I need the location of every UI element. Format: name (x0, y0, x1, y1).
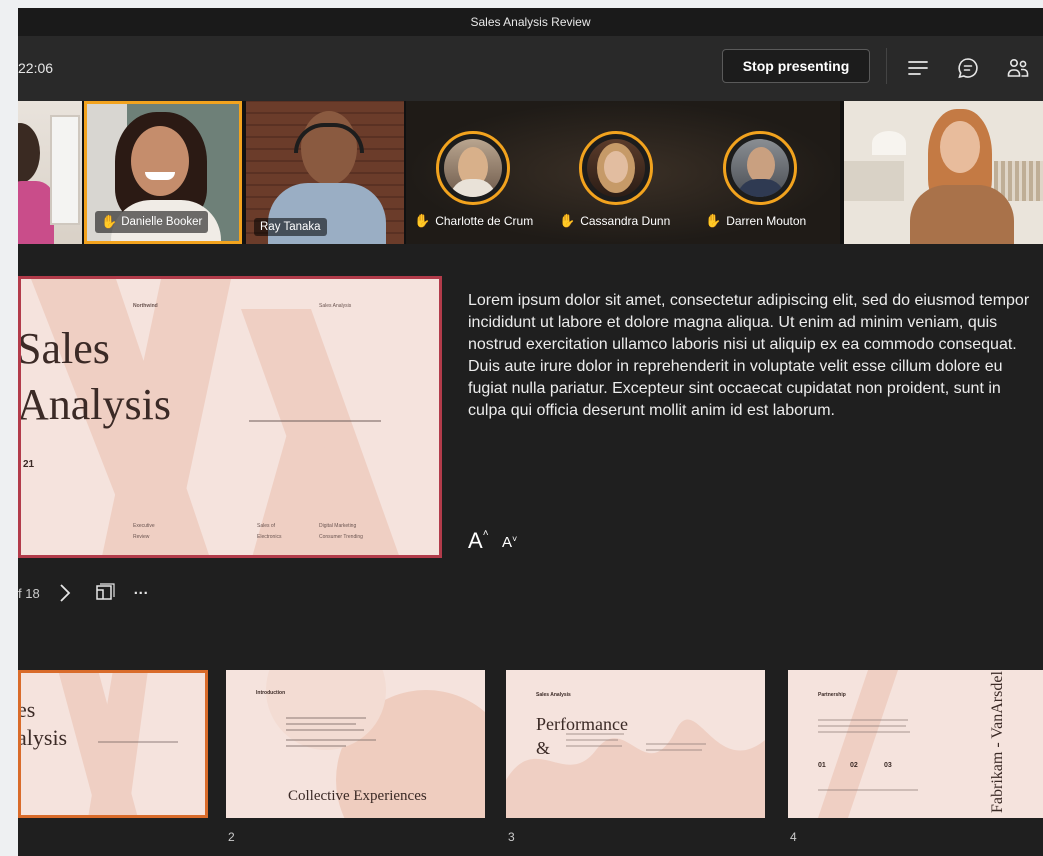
slide-thumbnail-1[interactable]: es alysis (18, 670, 208, 818)
increase-font-button[interactable]: A˄ (468, 528, 489, 554)
participant-avatar[interactable] (436, 131, 510, 205)
raised-hand-icon: ✋ (559, 213, 576, 228)
participant-video-tile-active[interactable]: ✋ Danielle Booker (84, 101, 242, 244)
thumbnail-number: 4 (790, 830, 797, 844)
meeting-toolbar: 22:06 Stop presenting (18, 36, 1043, 106)
speaker-notes: Lorem ipsum dolor sit amet, consectetur … (468, 292, 1030, 419)
participant-name-tag: Ray Tanaka (254, 218, 327, 236)
notes-icon[interactable] (906, 56, 930, 80)
title-bar: Sales Analysis Review (18, 8, 1043, 36)
slide-title-line1: Sales (18, 324, 110, 373)
slide-footer-text: Executive (133, 523, 155, 529)
slide-footer-text: Consumer Trending (319, 534, 363, 540)
slide-counter: f 18 (18, 585, 40, 601)
slide-year: 21 (23, 459, 35, 470)
thumbnail-number: 2 (228, 830, 235, 844)
slide-thumbnail-3[interactable]: Sales Analysis Performance & (506, 670, 765, 818)
meeting-timer: 22:06 (18, 60, 54, 76)
teams-presenter-window: Sales Analysis Review 22:06 Stop present… (18, 8, 1043, 856)
slide-thumbnail-2[interactable]: Introduction Collective Experiences (226, 670, 485, 818)
slide-header-left: Northwind (133, 303, 158, 309)
slide-navigation: f 18 ··· (18, 583, 149, 603)
slide-footer-text: Electronics (257, 534, 282, 540)
participant-strip: ✋ Danielle Booker Ray Tanaka ✋ Charlotte… (18, 101, 1043, 244)
participant-label: ✋ Darren Mouton (705, 213, 807, 228)
slide-header-right: Sales Analysis (319, 303, 352, 309)
chat-icon[interactable] (956, 56, 980, 80)
raised-hand-icon: ✋ (414, 213, 431, 228)
participant-name: Danielle Booker (121, 216, 203, 228)
decrease-font-button[interactable]: A˅ (502, 534, 517, 551)
slide-grid-icon[interactable] (94, 583, 116, 603)
slide-footer-text: Sales of (257, 523, 276, 529)
toolbar-divider (886, 48, 887, 84)
thumbnail-number: 3 (508, 830, 515, 844)
participant-video-tile[interactable]: Ray Tanaka (246, 101, 404, 244)
raised-hand-icon: ✋ (705, 213, 722, 228)
raised-hand-icon: ✋ (101, 214, 118, 229)
window-title: Sales Analysis Review (470, 15, 591, 29)
slide-footer-text: Digital Marketing (319, 523, 357, 529)
participant-video-tile[interactable] (18, 101, 82, 244)
stop-presenting-button[interactable]: Stop presenting (722, 49, 870, 83)
current-slide: Northwind Sales Analysis Sales Analysis … (18, 276, 442, 558)
next-slide-icon[interactable] (58, 583, 72, 603)
participant-avatar[interactable] (579, 131, 653, 205)
slide-thumbnail-4[interactable]: Partnership 01 02 03 Fabrikam - VanArsde… (788, 670, 1043, 818)
slide-footer-text: Review (133, 534, 150, 540)
more-options-button[interactable]: ··· (134, 585, 149, 602)
participant-name: Ray Tanaka (260, 221, 321, 233)
participant-name-tag: ✋ Danielle Booker (95, 211, 209, 233)
participants-icon[interactable] (1006, 56, 1030, 80)
participant-label: ✋ Cassandra Dunn (559, 213, 671, 228)
participant-video-tile[interactable] (844, 101, 1043, 244)
slide-title-line2: Analysis (18, 380, 171, 429)
participant-avatar[interactable] (723, 131, 797, 205)
participant-label: ✋ Charlotte de Crum (414, 213, 534, 228)
